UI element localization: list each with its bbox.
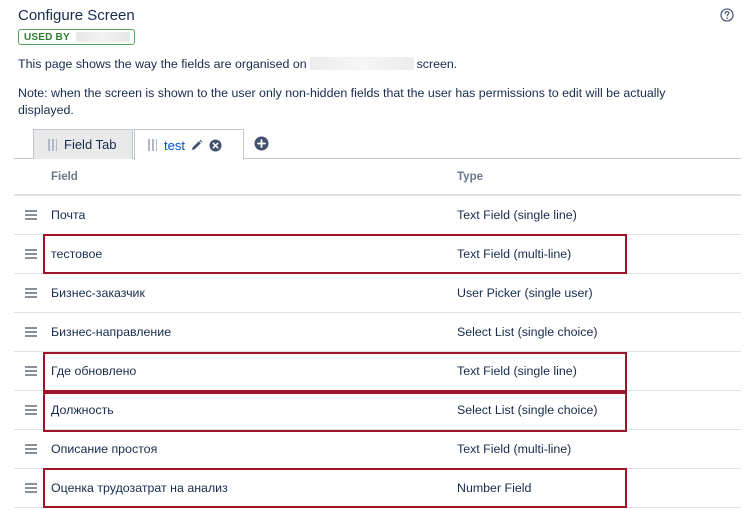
table-row[interactable]: Описание простоя Text Field (multi-line) [14,430,741,469]
column-header-type: Type [457,171,483,183]
drag-handle-icon[interactable] [25,210,37,220]
field-name: Должность [51,403,114,417]
field-name: Бизнес-заказчик [51,286,145,300]
drag-handle-icon[interactable] [25,327,37,337]
field-name: Где обновлено [51,364,137,378]
tab-label: Field Tab [64,137,117,152]
field-type: Select List (single choice) [457,325,598,339]
used-by-label: USED BY [24,31,70,43]
table-row[interactable]: Почта Text Field (single line) [14,196,741,235]
tab-field-tab[interactable]: Field Tab [33,129,133,159]
drag-handle-icon[interactable] [25,366,37,376]
table-row[interactable]: Оценка трудозатрат на анализ Number Fiel… [14,469,741,508]
drag-handle-icon[interactable] [25,288,37,298]
pencil-icon[interactable] [190,139,203,152]
column-header-field: Field [51,171,78,183]
tab-label: test [164,137,185,153]
field-type: Text Field (single line) [457,208,577,222]
field-type: User Picker (single user) [457,286,593,300]
page-description: This page shows the way the fields are o… [18,57,457,71]
screen-note: Note: when the screen is shown to the us… [18,86,666,117]
field-name: тестовое [51,247,103,261]
grip-icon[interactable] [148,139,157,151]
field-type: Text Field (single line) [457,364,577,378]
tab-test[interactable]: test [134,129,244,160]
description-text-before: This page shows the way the fields are o… [18,57,307,71]
field-type: Text Field (multi-line) [457,442,572,456]
description-text-after: screen. [416,57,458,71]
field-name: Описание простоя [51,442,158,456]
close-circle-icon[interactable] [209,139,222,152]
table-row[interactable]: тестовое Text Field (multi-line) [14,235,741,274]
table-row[interactable]: Где обновлено Text Field (single line) [14,352,741,391]
table-row[interactable]: Бизнес-направление Select List (single c… [14,313,741,352]
drag-handle-icon[interactable] [25,483,37,493]
table-row[interactable]: Должность Select List (single choice) [14,391,741,430]
drag-handle-icon[interactable] [25,444,37,454]
redacted-project-name [75,32,130,42]
drag-handle-icon[interactable] [25,249,37,259]
plus-circle-icon[interactable] [254,136,269,151]
grip-icon[interactable] [48,138,57,151]
page-title: Configure Screen [18,7,135,24]
field-name: Почта [51,208,86,222]
field-type: Number Field [457,481,532,495]
drag-handle-icon[interactable] [25,405,37,415]
used-by-badge[interactable]: USED BY [18,29,135,45]
table-row[interactable]: Бизнес-заказчик User Picker (single user… [14,274,741,313]
field-name: Бизнес-направление [51,325,172,339]
field-name: Оценка трудозатрат на анализ [51,481,228,495]
question-circle-icon[interactable] [720,8,734,22]
field-type: Text Field (multi-line) [457,247,572,261]
field-type: Select List (single choice) [457,403,598,417]
redacted-screen-name [309,57,414,70]
